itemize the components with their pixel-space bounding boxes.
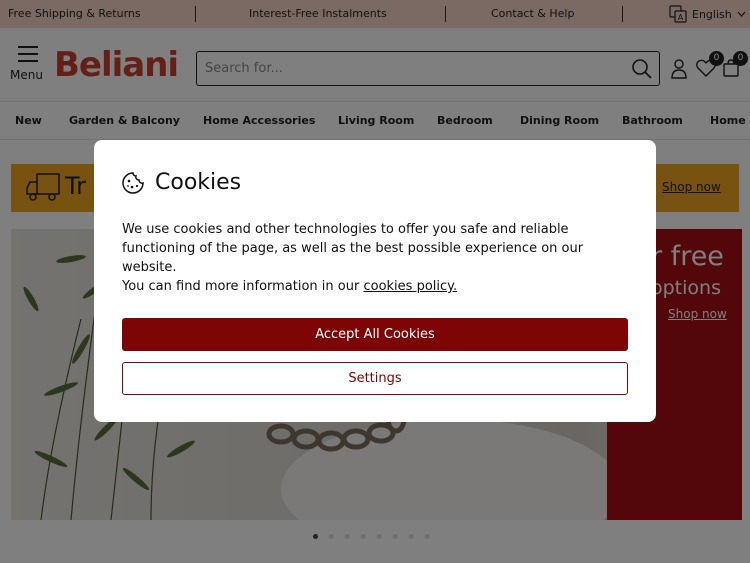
dialog-header: Cookies bbox=[121, 170, 241, 195]
dialog-body: We use cookies and other technologies to… bbox=[122, 220, 622, 296]
accept-all-cookies-button[interactable]: Accept All Cookies bbox=[122, 318, 628, 351]
cookies-policy-link[interactable]: cookies policy. bbox=[363, 279, 457, 294]
cookie-settings-button[interactable]: Settings bbox=[122, 362, 628, 395]
cookie-policy-line: You can find more information in our coo… bbox=[122, 277, 622, 296]
cookie-consent-dialog: Cookies We use cookies and other technol… bbox=[94, 140, 656, 422]
cookie-description: We use cookies and other technologies to… bbox=[122, 222, 584, 275]
dialog-title: Cookies bbox=[155, 170, 242, 195]
policy-prefix: You can find more information in our bbox=[122, 279, 364, 294]
cookie-icon bbox=[122, 171, 144, 194]
